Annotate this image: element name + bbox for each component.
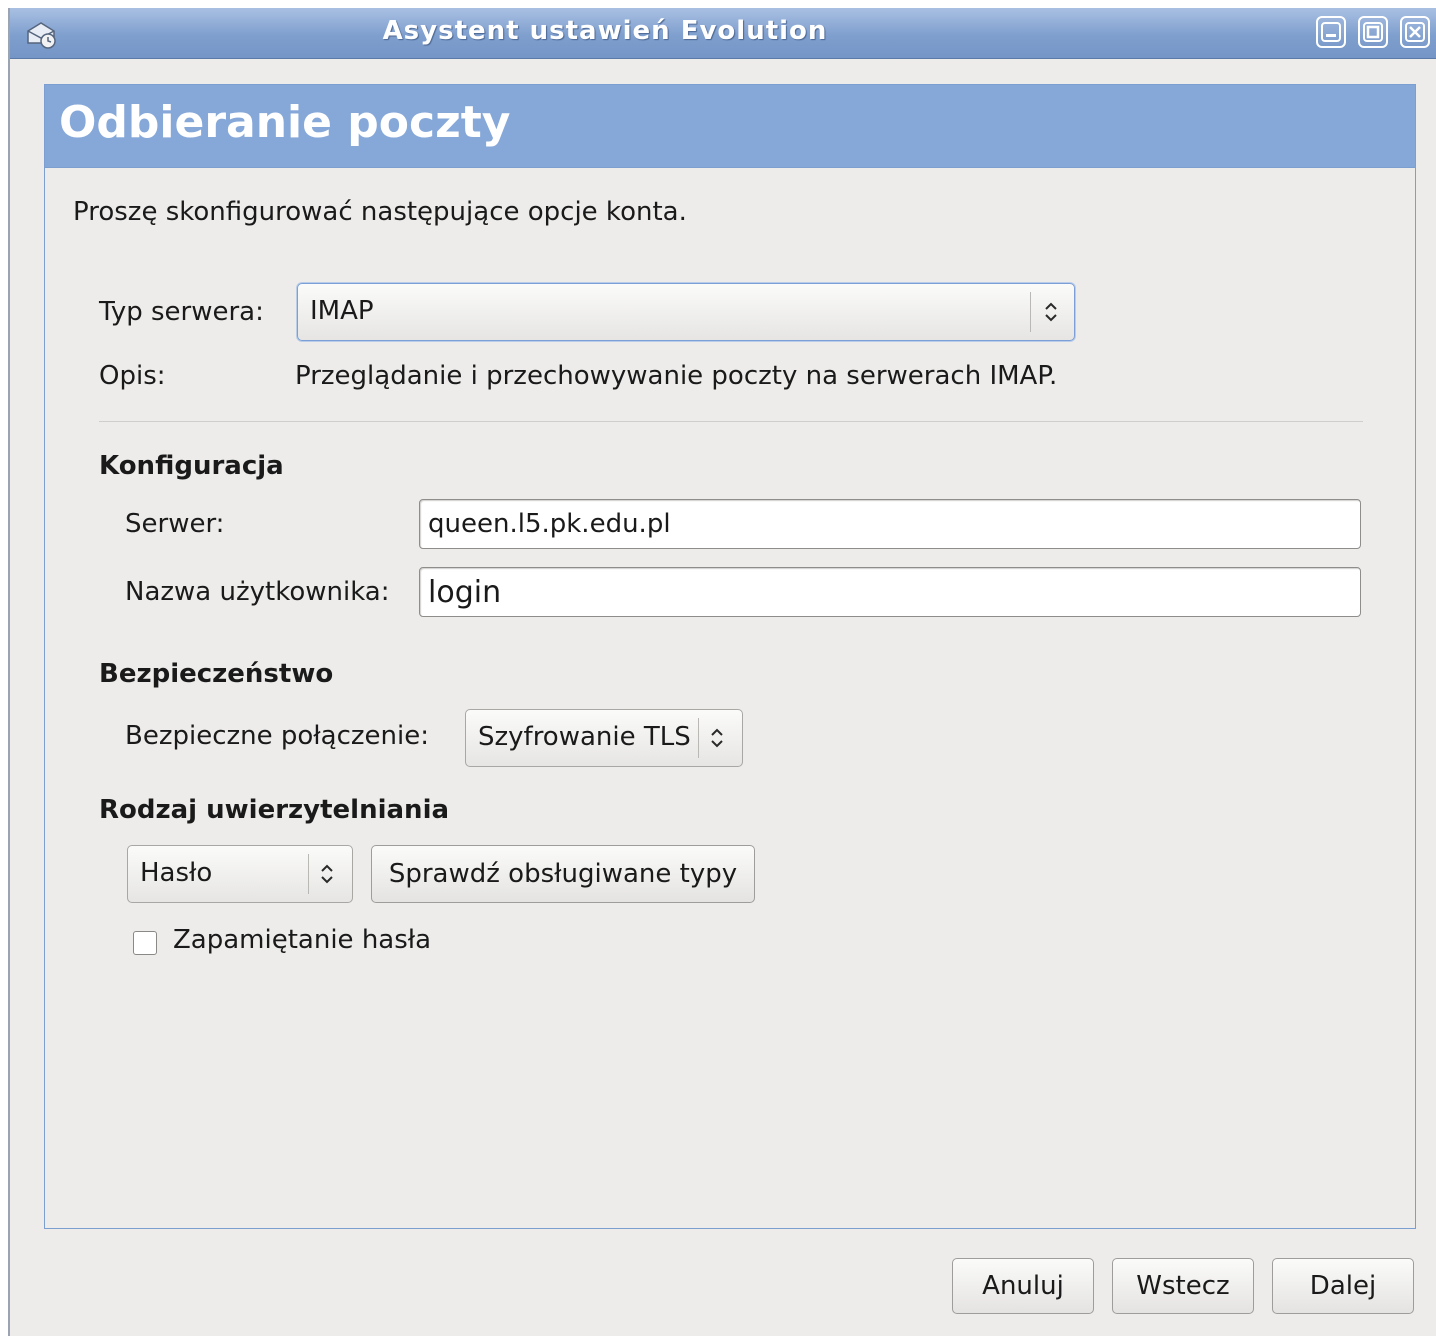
chevron-updown-icon: [711, 728, 723, 748]
back-button[interactable]: Wstecz: [1112, 1258, 1254, 1314]
server-label: Serwer:: [125, 509, 225, 539]
username-field[interactable]: [419, 567, 1361, 617]
secure-connection-combo[interactable]: Szyfrowanie TLS: [465, 709, 743, 767]
next-button[interactable]: Dalej: [1272, 1258, 1414, 1314]
wizard-window: Asystent ustawień Evolution Odbieranie p…: [8, 8, 1436, 1336]
username-label: Nazwa użytkownika:: [125, 577, 390, 607]
page-header: Odbieranie poczty: [45, 85, 1415, 168]
description-text: Przeglądanie i przechowywanie poczty na …: [295, 361, 1058, 391]
security-heading: Bezpieczeństwo: [99, 659, 334, 689]
secure-connection-value: Szyfrowanie TLS: [478, 722, 691, 752]
minimize-icon: [1321, 22, 1341, 42]
auth-method-combo[interactable]: Hasło: [127, 845, 353, 903]
separator: [99, 421, 1363, 422]
maximize-button[interactable]: [1358, 16, 1388, 48]
close-icon: [1405, 22, 1425, 42]
cancel-button[interactable]: Anuluj: [952, 1258, 1094, 1314]
window-title: Asystent ustawień Evolution: [382, 16, 828, 46]
minimize-button[interactable]: [1316, 16, 1346, 48]
description-label: Opis:: [99, 361, 166, 391]
server-type-combo[interactable]: IMAP: [297, 283, 1075, 341]
title-bar[interactable]: Asystent ustawień Evolution: [10, 8, 1436, 59]
chevron-updown-icon: [321, 864, 333, 884]
remember-password-label: Zapamiętanie hasła: [173, 925, 432, 955]
server-type-value: IMAP: [310, 296, 374, 326]
server-input[interactable]: [428, 508, 1348, 540]
config-heading: Konfiguracja: [99, 451, 284, 481]
wizard-page: Odbieranie poczty Proszę skonfigurować n…: [44, 84, 1416, 1229]
maximize-icon: [1363, 22, 1383, 42]
server-field[interactable]: [419, 499, 1361, 549]
remember-password-checkbox[interactable]: [133, 931, 157, 955]
secure-connection-label: Bezpieczne połączenie:: [125, 721, 430, 751]
close-button[interactable]: [1400, 16, 1430, 48]
chevron-updown-icon: [1045, 302, 1057, 322]
auth-heading: Rodzaj uwierzytelniania: [99, 795, 450, 825]
server-type-label: Typ serwera:: [99, 297, 264, 327]
auth-method-value: Hasło: [140, 858, 213, 888]
page-title: Odbieranie poczty: [59, 97, 511, 148]
check-supported-types-button[interactable]: Sprawdź obsługiwane typy: [371, 845, 755, 903]
intro-text: Proszę skonfigurować następujące opcje k…: [73, 197, 687, 227]
username-input[interactable]: [428, 574, 1348, 610]
